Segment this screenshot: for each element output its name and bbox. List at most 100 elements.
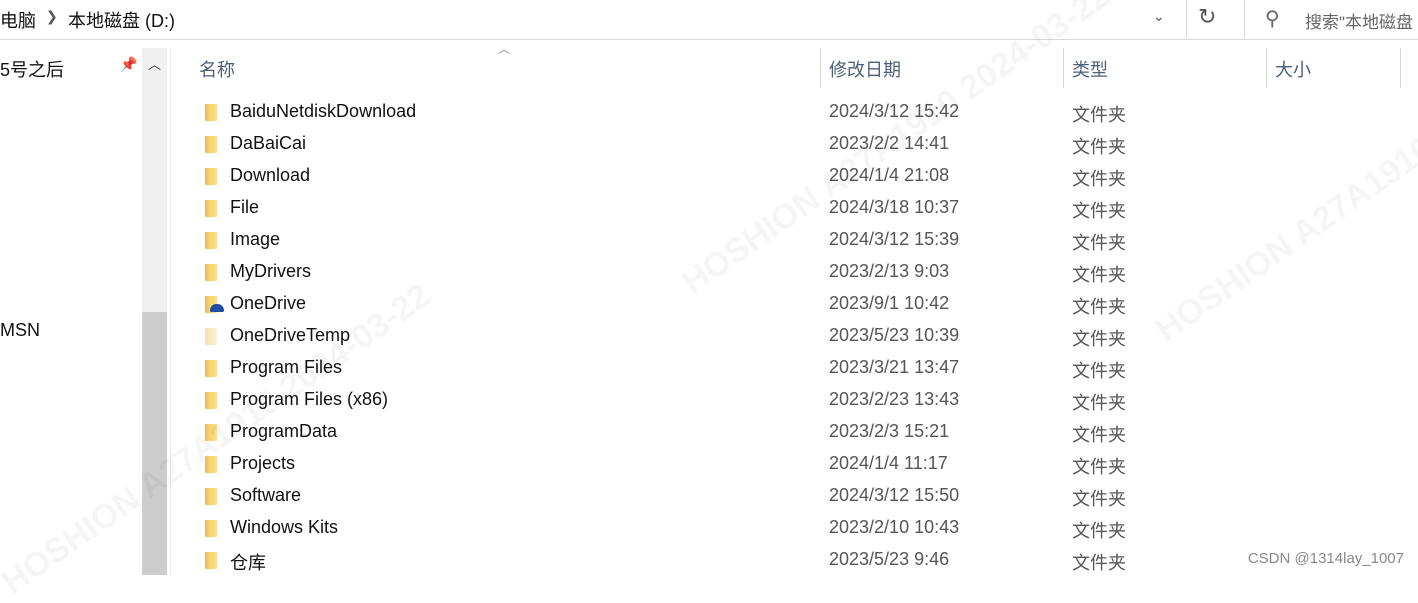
file-date: 2023/2/3 15:21 <box>829 421 950 441</box>
credit-watermark: CSDN @1314lay_1007 <box>1247 550 1404 567</box>
folder-icon <box>205 360 217 377</box>
file-name: Program Files <box>230 357 343 377</box>
nav-item-msn[interactable]: MSN <box>0 320 40 341</box>
file-date: 2024/3/12 15:39 <box>829 229 960 249</box>
file-date: 2024/3/18 10:37 <box>829 197 960 217</box>
column-divider[interactable] <box>1266 48 1267 88</box>
file-type: 文件夹 <box>1072 137 1126 157</box>
file-date: 2023/2/10 10:43 <box>829 517 960 537</box>
chevron-down-icon[interactable]: ⌄ <box>1153 8 1165 25</box>
folder-icon <box>205 232 217 249</box>
search-placeholder: 搜索"本地磁盘 <box>1305 13 1414 32</box>
file-type: 文件夹 <box>1072 457 1126 477</box>
file-name: ProgramData <box>230 421 338 441</box>
file-row[interactable]: Projects 2024/1/4 11:17 文件夹 <box>190 448 1390 480</box>
file-name: Windows Kits <box>230 517 339 537</box>
file-date: 2023/2/13 9:03 <box>829 261 950 281</box>
file-row[interactable]: BaiduNetdiskDownload 2024/3/12 15:42 文件夹 <box>190 96 1390 128</box>
file-row[interactable]: Program Files 2023/3/21 13:47 文件夹 <box>190 352 1390 384</box>
scroll-up-icon[interactable]: ︿ <box>148 54 161 73</box>
column-divider[interactable] <box>820 48 821 88</box>
file-row[interactable]: 仓库 2023/5/23 9:46 文件夹 <box>190 544 1390 576</box>
folder-icon <box>205 520 217 537</box>
chevron-right-icon[interactable]: ❯ <box>46 8 58 25</box>
file-name: Download <box>230 165 311 185</box>
file-row[interactable]: Program Files (x86) 2023/2/23 13:43 文件夹 <box>190 384 1390 416</box>
search-icon: ⚲ <box>1265 8 1280 30</box>
folder-icon <box>205 424 217 441</box>
pin-icon[interactable]: 📌 <box>120 56 137 73</box>
folder-icon <box>205 136 217 153</box>
file-type: 文件夹 <box>1072 521 1126 541</box>
scrollbar-thumb[interactable] <box>142 312 167 575</box>
file-name: File <box>230 197 260 217</box>
file-type: 文件夹 <box>1072 553 1126 573</box>
column-header-date[interactable]: 修改日期 <box>829 56 901 82</box>
breadcrumb-computer[interactable]: 电脑 <box>0 7 36 33</box>
file-row[interactable]: OneDrive 2023/9/1 10:42 文件夹 <box>190 288 1390 320</box>
file-name: OneDriveTemp <box>230 325 351 345</box>
file-date: 2024/3/12 15:50 <box>829 485 960 505</box>
column-header-type[interactable]: 类型 <box>1072 56 1108 82</box>
file-type: 文件夹 <box>1072 361 1126 381</box>
file-date: 2023/5/23 9:46 <box>829 549 950 569</box>
divider <box>1186 0 1187 38</box>
file-name: MyDrivers <box>230 261 311 281</box>
file-type: 文件夹 <box>1072 425 1126 445</box>
refresh-icon[interactable]: ↻ <box>1198 4 1216 30</box>
cloud-icon <box>210 304 224 312</box>
folder-icon <box>205 168 217 185</box>
file-type: 文件夹 <box>1072 329 1126 349</box>
file-row[interactable]: Download 2024/1/4 21:08 文件夹 <box>190 160 1390 192</box>
hidden-folder-icon <box>205 328 217 345</box>
file-row[interactable]: OneDriveTemp 2023/5/23 10:39 文件夹 <box>190 320 1390 352</box>
file-row[interactable]: Windows Kits 2023/2/10 10:43 文件夹 <box>190 512 1390 544</box>
file-row[interactable]: ProgramData 2023/2/3 15:21 文件夹 <box>190 416 1390 448</box>
folder-icon <box>205 488 217 505</box>
column-header-size[interactable]: 大小 <box>1275 56 1311 82</box>
folder-icon <box>205 264 217 281</box>
file-date: 2023/9/1 10:42 <box>829 293 950 313</box>
column-header-name[interactable]: 名称 <box>199 56 235 82</box>
file-date: 2024/1/4 11:17 <box>829 453 948 473</box>
file-row[interactable]: MyDrivers 2023/2/13 9:03 文件夹 <box>190 256 1390 288</box>
folder-icon <box>205 456 217 473</box>
folder-icon <box>205 200 217 217</box>
file-date: 2023/2/2 14:41 <box>829 133 950 153</box>
address-bar[interactable]: 电脑 ❯ 本地磁盘 (D:) ⌄ ↻ ⚲ 搜索"本地磁盘 <box>0 0 1418 40</box>
folder-icon <box>205 552 217 569</box>
file-type: 文件夹 <box>1072 105 1126 125</box>
file-row[interactable]: DaBaiCai 2023/2/2 14:41 文件夹 <box>190 128 1390 160</box>
file-name: OneDrive <box>230 293 307 313</box>
column-divider[interactable] <box>1063 48 1064 88</box>
folder-icon <box>205 104 217 121</box>
file-name: Image <box>230 229 281 249</box>
file-type: 文件夹 <box>1072 489 1126 509</box>
file-type: 文件夹 <box>1072 297 1126 317</box>
file-name: DaBaiCai <box>230 133 307 153</box>
file-name: 仓库 <box>230 553 266 573</box>
file-date: 2023/5/23 10:39 <box>829 325 960 345</box>
nav-item-quick-access[interactable]: 5号之后 <box>0 56 64 82</box>
file-row[interactable]: File 2024/3/18 10:37 文件夹 <box>190 192 1390 224</box>
file-type: 文件夹 <box>1072 201 1126 221</box>
file-name: Projects <box>230 453 296 473</box>
file-row[interactable]: Image 2024/3/12 15:39 文件夹 <box>190 224 1390 256</box>
file-name: Program Files (x86) <box>230 389 389 409</box>
nav-scrollbar[interactable]: ︿ <box>142 48 167 575</box>
file-type: 文件夹 <box>1072 169 1126 189</box>
file-date: 2023/3/21 13:47 <box>829 357 960 377</box>
search-box[interactable]: ⚲ 搜索"本地磁盘 <box>1244 0 1418 38</box>
file-date: 2024/1/4 21:08 <box>829 165 950 185</box>
breadcrumb-drive-d[interactable]: 本地磁盘 (D:) <box>68 7 175 33</box>
file-name: BaiduNetdiskDownload <box>230 101 417 121</box>
file-date: 2023/2/23 13:43 <box>829 389 960 409</box>
file-type: 文件夹 <box>1072 233 1126 253</box>
folder-icon <box>205 392 217 409</box>
file-row[interactable]: Software 2024/3/12 15:50 文件夹 <box>190 480 1390 512</box>
file-type: 文件夹 <box>1072 393 1126 413</box>
file-name: Software <box>230 485 302 505</box>
column-divider[interactable] <box>1400 48 1401 88</box>
pane-divider[interactable] <box>170 48 171 575</box>
sort-ascending-icon: ︿ <box>498 42 511 56</box>
